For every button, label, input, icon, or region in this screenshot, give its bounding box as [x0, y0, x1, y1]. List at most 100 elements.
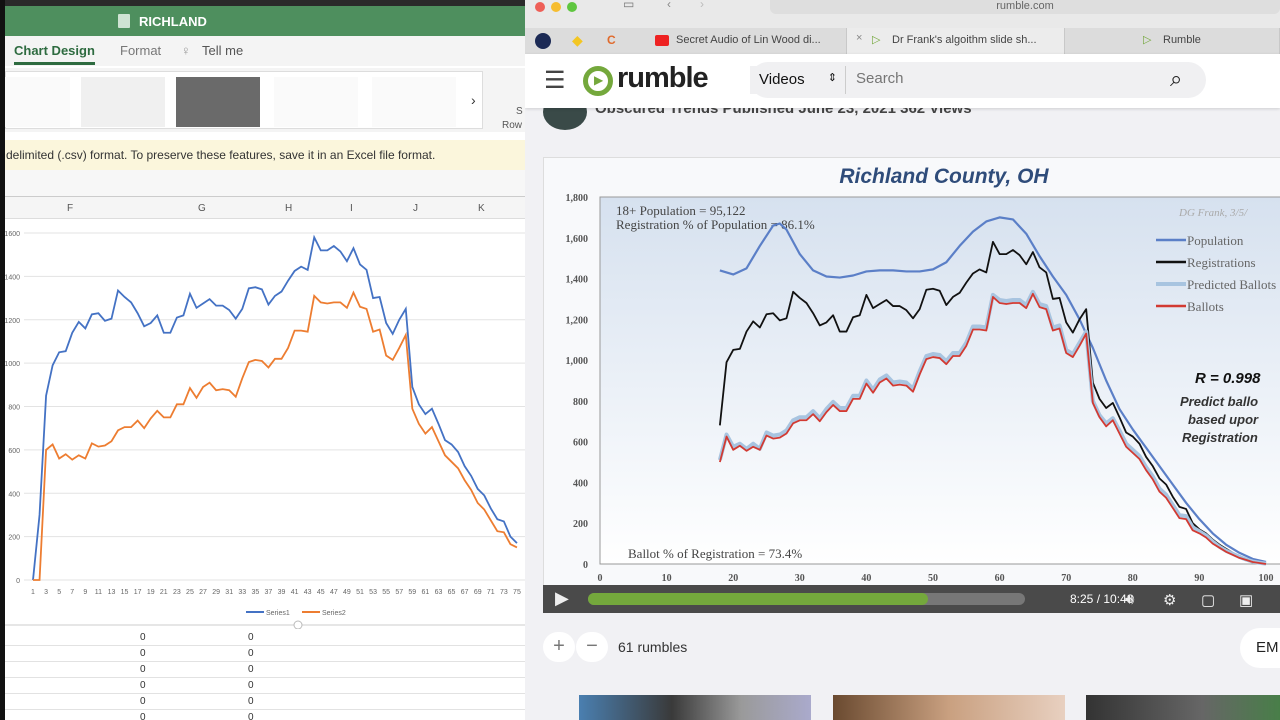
tab-secret-audio[interactable]: Secret Audio of Lin Wood di... [635, 28, 847, 54]
related-video-thumbnail[interactable] [579, 695, 811, 720]
chart-style-thumb[interactable] [372, 77, 456, 127]
tell-me-search[interactable]: Tell me [202, 43, 243, 58]
lightbulb-icon: ♀ [181, 43, 191, 58]
browser-tabs: ◆ C Secret Audio of Lin Wood di... × ▷ D… [525, 28, 1280, 54]
y-tick-label: 1,400 [566, 275, 589, 286]
annotation-predict-3: Registration [1182, 430, 1258, 445]
table-row: 00 [5, 678, 525, 694]
switch-row-label-2[interactable]: Row [502, 120, 522, 131]
cell[interactable]: 0 [248, 632, 254, 643]
document-icon [118, 14, 130, 28]
cell[interactable]: 0 [140, 664, 146, 675]
excel-line-chart[interactable]: 020040060080010001200140016001 3 5 7 9 11 13 15… [0, 219, 525, 629]
tab-rumble[interactable]: ▷ Rumble [1065, 28, 1280, 54]
x-tick-label: 100 [1259, 573, 1274, 584]
chart-style-thumb[interactable] [0, 77, 70, 127]
picture-in-picture-icon[interactable]: ▣ [1239, 591, 1253, 609]
tab-dr-frank[interactable]: × ▷ Dr Frank's algoithm slide sh... [847, 28, 1065, 54]
tab-chart-design[interactable]: Chart Design [14, 43, 95, 65]
related-video-thumbnail[interactable] [833, 695, 1065, 720]
y-tick-label: 200 [573, 519, 588, 530]
select-value: Videos [759, 71, 805, 88]
video-player[interactable]: Richland County, OH 0 200 400 600 800 1,000 1,2… [543, 157, 1280, 612]
search-category-select[interactable]: Videos ⇕ [750, 66, 846, 94]
y-tick-label: 1,200 [566, 315, 589, 326]
table-row: 00 [5, 710, 525, 720]
tab-label: Dr Frank's algoithm slide sh... [892, 34, 1037, 46]
video-chart-frame: Richland County, OH02004006008001,0001,2… [544, 158, 1280, 588]
chart-style-thumb[interactable] [81, 77, 165, 127]
search-input[interactable] [856, 70, 1156, 87]
cell[interactable]: 0 [140, 632, 146, 643]
close-window-icon[interactable] [535, 2, 545, 12]
x-tick-label: 49 [343, 589, 351, 596]
search-icon[interactable]: ⌕ [1170, 66, 1182, 92]
column-header[interactable]: H [285, 203, 292, 214]
x-tick-label: 80 [1128, 573, 1138, 584]
chart-style-thumb[interactable] [274, 77, 358, 127]
progress-bar[interactable] [588, 593, 1025, 605]
minimize-window-icon[interactable] [551, 2, 561, 12]
tab-format[interactable]: Format [120, 43, 161, 58]
cell[interactable]: 0 [248, 664, 254, 675]
chart-style-thumb-selected[interactable] [176, 77, 260, 127]
time-display: 8:25 / 10:48 [1070, 592, 1134, 606]
y-tick-label: 1,000 [566, 356, 589, 367]
annotation-population: 18+ Population = 95,122 [616, 203, 746, 218]
column-header[interactable]: J [413, 203, 418, 214]
y-tick-label: 1000 [4, 361, 20, 368]
chart-title: Richland County, OH [839, 165, 1049, 188]
legend-label: Predicted Ballots [1187, 277, 1276, 292]
gallery-next-arrow[interactable]: › [471, 92, 476, 108]
sidebar-icon[interactable]: ▭ [623, 0, 634, 11]
pinned-tab-icon[interactable]: ◆ [572, 32, 583, 49]
pinned-tab-icon[interactable] [535, 33, 551, 49]
excel-window: RICHLAND Chart Design Format ♀ Tell me ›… [0, 0, 525, 720]
related-video-thumbnail[interactable] [1086, 695, 1280, 720]
cell[interactable]: 0 [248, 696, 254, 707]
rumble-logo-text[interactable]: rumble [617, 62, 709, 95]
y-tick-label: 600 [8, 448, 20, 455]
x-tick-label: 61 [422, 589, 430, 596]
column-header[interactable]: I [350, 203, 353, 214]
embed-button[interactable]: EM [1240, 628, 1280, 668]
ribbon-tabs: Chart Design Format ♀ Tell me [5, 36, 525, 66]
legend-label: Registrations [1187, 255, 1256, 270]
settings-gear-icon[interactable]: ⚙ [1163, 591, 1176, 609]
close-tab-icon[interactable]: × [856, 32, 862, 44]
workbook-title: RICHLAND [139, 14, 207, 29]
switch-row-label[interactable]: S [516, 106, 523, 117]
cell[interactable]: 0 [248, 712, 254, 720]
pinned-tab-icon[interactable]: C [607, 33, 616, 47]
hamburger-menu-icon[interactable]: ☰ [544, 66, 566, 95]
theater-mode-icon[interactable]: ▢ [1201, 591, 1215, 609]
cell[interactable]: 0 [248, 648, 254, 659]
annotation-credit: DG Frank, 3/5/ [1178, 207, 1248, 219]
cell[interactable]: 0 [140, 712, 146, 720]
volume-icon[interactable]: 🔊︎ [1125, 591, 1134, 608]
excel-title-bar: RICHLAND [5, 6, 525, 36]
rumbles-count: 61 rumbles [618, 639, 688, 655]
cell[interactable]: 0 [140, 680, 146, 691]
formula-bar[interactable] [5, 170, 525, 197]
column-header[interactable]: K [478, 203, 485, 214]
column-header[interactable]: G [198, 203, 206, 214]
column-header[interactable]: F [67, 203, 73, 214]
back-icon[interactable]: ‹ [667, 0, 671, 11]
downvote-button[interactable]: − [576, 632, 608, 662]
x-tick-label: 15 [121, 589, 129, 596]
address-bar[interactable]: rumble.com [770, 0, 1280, 14]
x-tick-label: 67 [461, 589, 469, 596]
upvote-button[interactable]: + [543, 632, 575, 662]
forward-icon[interactable]: › [700, 0, 704, 11]
spreadsheet-grid[interactable]: 00 00 00 00 00 00 [5, 630, 525, 720]
chart-styles-gallery: › S Row [0, 68, 525, 132]
cell[interactable]: 0 [140, 696, 146, 707]
play-icon[interactable]: ▶ [555, 588, 569, 609]
cell[interactable]: 0 [140, 648, 146, 659]
cell[interactable]: 0 [248, 680, 254, 691]
x-tick-label: 47 [330, 589, 338, 596]
maximize-window-icon[interactable] [567, 2, 577, 12]
x-tick-label: 39 [278, 589, 286, 596]
column-headers: F G H I J K [5, 197, 525, 219]
